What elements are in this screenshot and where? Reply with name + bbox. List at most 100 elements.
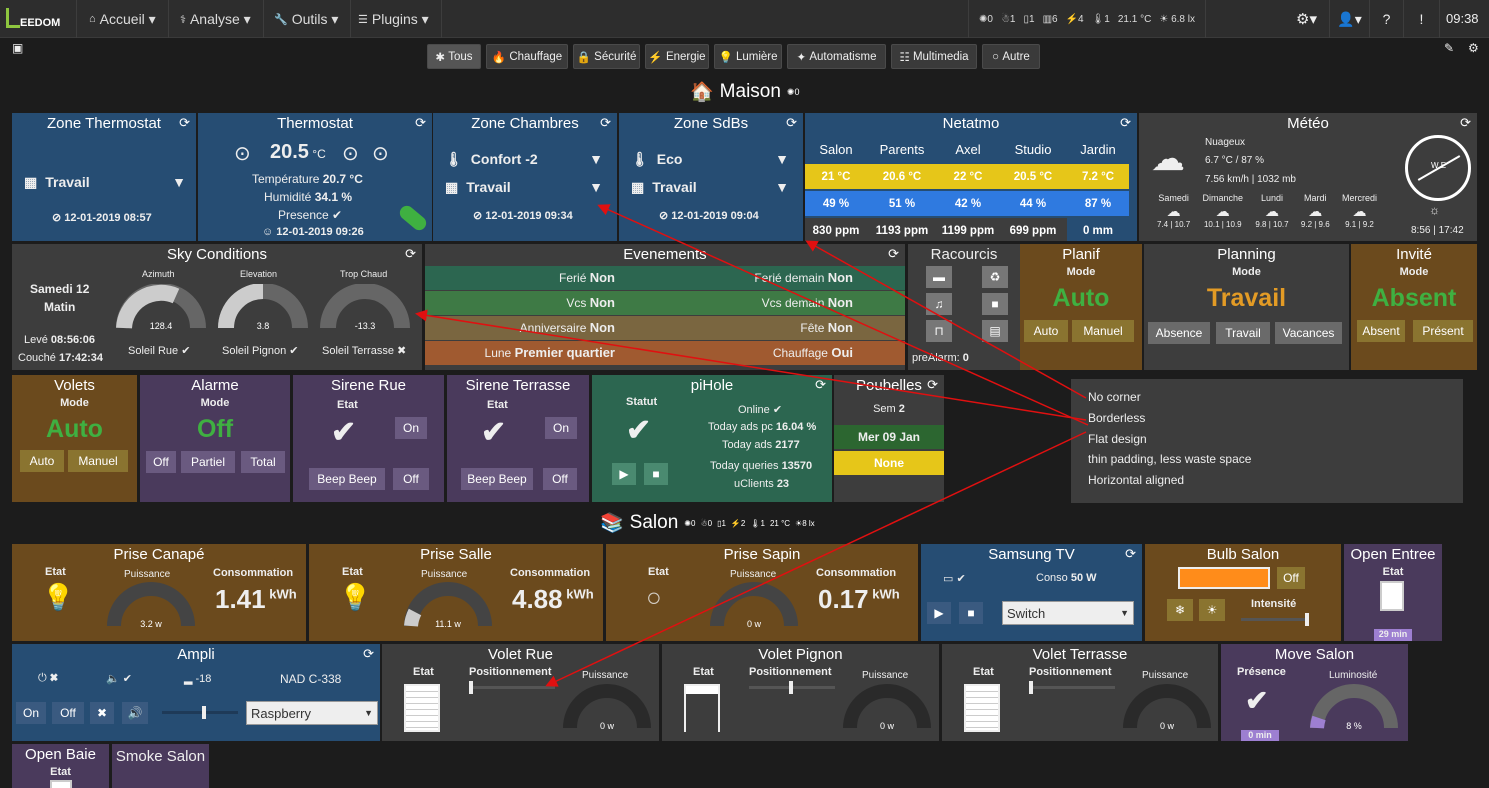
off-button[interactable]: Off [52,702,84,724]
refresh-icon[interactable]: ⟳ [415,115,426,131]
on-button[interactable]: On [545,417,577,439]
beep-button[interactable]: Beep Beep [309,468,385,490]
off-button[interactable]: Off [393,468,429,490]
settings-icon[interactable]: ⚙▾ [1284,0,1330,38]
annotation-line: Borderless [1088,411,1146,425]
stop-icon[interactable]: ■ [959,602,983,624]
position-slider[interactable] [469,681,555,694]
source-select[interactable]: Raspberry ▼ [246,701,378,725]
mode-select[interactable]: ▦ Travail ▼ [445,179,603,196]
play-icon[interactable]: ▶ [612,463,636,485]
absent-button[interactable]: Absent [1357,320,1405,342]
manuel-button[interactable]: Manuel [68,450,128,472]
config-icon[interactable]: ⚙ [1468,41,1479,55]
etat-label: Etat [648,566,669,578]
tile-invite: Invité Mode Absent Absent Présent [1351,244,1477,370]
user-icon[interactable]: 👤▾ [1330,0,1370,38]
door-icon[interactable]: ⊓ [926,320,952,342]
intensity-slider[interactable] [1241,613,1309,626]
tile-pihole: piHole ⟳ Statut ✔ ▶ ■ Online ✔ Today ads … [592,375,832,502]
partiel-button[interactable]: Partiel [181,451,235,473]
refresh-icon[interactable]: ⟳ [1120,115,1131,131]
off-button[interactable]: Off [543,468,577,490]
off-button[interactable]: Off [146,451,176,473]
help-icon[interactable]: ? [1370,0,1404,38]
cat-tous[interactable]: ✱ Tous [427,44,481,69]
mode-value: Confort -2 [470,151,538,167]
thermo-stat: 🌡1 [1091,13,1110,25]
refresh-icon[interactable]: ⟳ [600,115,611,131]
position-slider[interactable] [1029,681,1115,694]
menu-outils[interactable]: 🔧 Outils ▾ [262,0,352,38]
gauge-label: Azimuth [142,269,175,279]
comfort-select[interactable]: 🌡 Confort -2 ▼ [445,151,603,168]
position-slider[interactable] [749,681,835,694]
refresh-icon[interactable]: ⟳ [786,115,797,131]
bulb-on-icon[interactable]: 💡 [42,582,74,613]
image-icon[interactable]: ▣ [12,41,23,55]
cat-autre[interactable]: ○ Autre [982,44,1040,69]
mode-icon[interactable]: ⊙ [372,141,389,166]
stop-icon[interactable]: ■ [644,463,668,485]
tile-title: Thermostat [277,115,353,132]
cat-energie[interactable]: ⚡ Energie [645,44,709,69]
shutter-open-icon [684,684,720,732]
etat-label: Etat [45,566,66,578]
refresh-icon[interactable]: ⟳ [927,377,938,393]
edit-icon[interactable]: ✎ [1444,41,1454,55]
auto-button[interactable]: Auto [1024,320,1068,342]
square-icon[interactable]: ■ [982,293,1008,315]
refresh-icon[interactable]: ⟳ [1460,115,1471,131]
refresh-icon[interactable]: ⟳ [1125,546,1136,562]
recycle-icon[interactable]: ♻ [982,266,1008,288]
bulb-off-icon[interactable]: ○ [646,582,662,613]
on-button[interactable]: On [395,417,427,439]
cat-lumiere[interactable]: 💡 Lumière [714,44,782,69]
auto-button[interactable]: Auto [20,450,64,472]
mute-icon[interactable]: ✖ [90,702,114,724]
vacances-button[interactable]: Vacances [1275,322,1342,344]
window-icon[interactable]: ▤ [982,320,1008,342]
volume-icon[interactable]: 🔊 [122,702,148,724]
travail-button[interactable]: Travail [1216,322,1270,344]
music-icon[interactable]: ♫ [926,293,952,315]
minus-icon[interactable]: ⊙ [234,141,251,166]
refresh-icon[interactable]: ⟳ [815,377,826,393]
menu-accueil[interactable]: ⌂ Accueil ▾ [76,0,169,38]
refresh-icon[interactable]: ⟳ [363,646,374,662]
bulb-on-icon[interactable]: 💡 [339,582,371,613]
mode-select[interactable]: ▦ Travail ▼ [631,179,789,196]
on-button[interactable]: On [16,702,46,724]
azimuth-gauge: 128.4 [116,284,206,331]
sun-icon[interactable]: ☀ [1199,599,1225,621]
volume-slider[interactable] [162,706,238,719]
alert-icon[interactable]: ! [1404,0,1440,38]
cat-automatisme[interactable]: ✦ Automatisme [787,44,886,69]
absence-button[interactable]: Absence [1148,322,1210,344]
present-button[interactable]: Présent [1413,320,1473,342]
cat-multimedia[interactable]: ☷ Multimedia [891,44,977,69]
menu-analyse[interactable]: ⚕ Analyse ▾ [168,0,264,38]
annotation-line: Horizontal aligned [1088,473,1185,487]
refresh-icon[interactable]: ⟳ [179,115,190,131]
cat-securite[interactable]: 🔒 Sécurité [573,44,640,69]
summary-stats: ✺0 ☃1 ▯1 ▥6 ⚡4 🌡1 21.1 °C ☀ 6.8 lx [968,0,1206,38]
source-select[interactable]: Switch ▼ [1002,601,1134,625]
beep-button[interactable]: Beep Beep [461,468,533,490]
bed-icon[interactable]: ▬ [926,266,952,288]
manuel-button[interactable]: Manuel [1072,320,1134,342]
play-icon[interactable]: ▶ [927,602,951,624]
refresh-icon[interactable]: ⟳ [888,246,899,262]
mode-select[interactable]: ▦ Travail ▼ [24,171,186,193]
off-button[interactable]: Off [1277,567,1305,589]
refresh-icon[interactable]: ⟳ [405,246,416,262]
color-picker[interactable] [1178,567,1270,589]
plus-icon[interactable]: ⊙ [342,141,359,166]
position-label: Positionnement [469,666,552,678]
cat-chauffage[interactable]: 🔥 Chauffage [486,44,568,69]
comfort-select[interactable]: 🌡 Eco ▼ [631,151,789,168]
snowflake-icon[interactable]: ❄ [1167,599,1193,621]
logo[interactable]: EEDOM [6,7,60,29]
total-button[interactable]: Total [241,451,285,473]
menu-plugins[interactable]: ☰ Plugins ▾ [346,0,442,38]
